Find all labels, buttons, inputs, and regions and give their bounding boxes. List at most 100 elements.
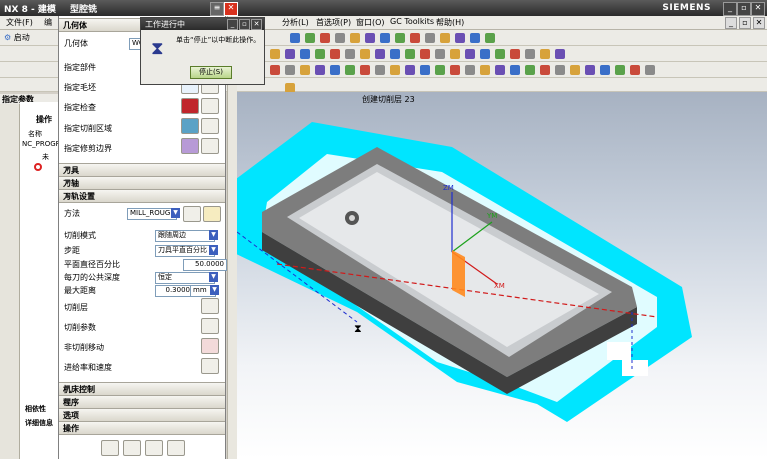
toolbar-tool-icon[interactable]	[510, 49, 520, 59]
toolbar-tool-icon[interactable]	[315, 49, 325, 59]
toolbar-tool-icon[interactable]	[455, 33, 465, 43]
method-display-button[interactable]	[203, 206, 221, 222]
toolbar-tool-icon[interactable]	[375, 65, 385, 75]
menu-window[interactable]: 窗口(O)	[356, 17, 385, 28]
toolbar-tool-icon[interactable]	[480, 65, 490, 75]
minimize-icon[interactable]: _	[723, 2, 737, 16]
toolbar-tool-icon[interactable]	[300, 49, 310, 59]
flat-pct-input[interactable]: 50.0000	[183, 259, 227, 271]
toolbar-tool-icon[interactable]	[405, 65, 415, 75]
menu-file[interactable]: 文件(F)	[6, 17, 33, 28]
non-cut-moves-button[interactable]	[201, 338, 219, 354]
section-axis[interactable]: 刀轴 ▼	[59, 176, 225, 190]
list-button[interactable]	[167, 440, 185, 456]
dialog-menu-icon[interactable]: ≡	[210, 2, 224, 16]
doc-close-icon[interactable]: ✕	[753, 17, 765, 29]
toolbar-tool-icon[interactable]	[270, 65, 280, 75]
toolbar-tool-icon[interactable]	[330, 65, 340, 75]
toolbar-tool-icon[interactable]	[270, 49, 280, 59]
toolbar-tool-icon[interactable]	[630, 65, 640, 75]
method-select[interactable]: MILL_ROUGH	[127, 208, 177, 220]
stop-button[interactable]: 停止(S)	[190, 66, 232, 79]
depth-per-cut-select[interactable]: 恒定	[155, 272, 215, 284]
cut-levels-button[interactable]	[201, 298, 219, 314]
toolbar-tool-icon[interactable]	[345, 49, 355, 59]
toolbar-tool-icon[interactable]	[555, 49, 565, 59]
nav-unused[interactable]: 未	[42, 152, 49, 162]
toolbar-tool-icon[interactable]	[315, 65, 325, 75]
toolbar-tool-icon[interactable]	[380, 33, 390, 43]
toolbar-tool-icon[interactable]	[435, 49, 445, 59]
method-dropdown-icon[interactable]: ▼	[171, 208, 180, 218]
toolbar-tool-icon[interactable]	[345, 65, 355, 75]
popup-maximize-icon[interactable]: ▫	[239, 19, 250, 30]
cut-mode-dropdown-icon[interactable]: ▼	[209, 230, 218, 240]
menu-edit[interactable]: 编	[44, 17, 52, 28]
toolbar-tool-icon[interactable]	[555, 65, 565, 75]
section-actions[interactable]: 操作 ▲	[59, 421, 225, 435]
stepover-select[interactable]: 刀具平直百分比	[155, 245, 215, 257]
toolbar-tool-icon[interactable]	[615, 65, 625, 75]
toolbar-tool-icon[interactable]	[525, 49, 535, 59]
feeds-speeds-button[interactable]	[201, 358, 219, 374]
max-dist-unit-dropdown-icon[interactable]: ▼	[210, 285, 219, 295]
toolbar-tool-icon[interactable]	[330, 49, 340, 59]
display-trim-button[interactable]	[201, 138, 219, 154]
toolbar-tool-icon[interactable]	[390, 65, 400, 75]
nav-related[interactable]: 相依性	[25, 404, 46, 414]
toolbar-tool-icon[interactable]	[495, 65, 505, 75]
toolbar-tool-icon[interactable]	[320, 33, 330, 43]
close-icon[interactable]: ✕	[751, 2, 765, 16]
menu-analysis[interactable]: 分析(L)	[282, 17, 309, 28]
popup-close-icon[interactable]: ✕	[251, 19, 262, 30]
toolbar-tool-icon[interactable]	[305, 33, 315, 43]
toolbar-tool-icon[interactable]	[335, 33, 345, 43]
stepover-dropdown-icon[interactable]: ▼	[209, 245, 218, 255]
toolbar-tool-icon[interactable]	[420, 49, 430, 59]
toolbar-tool-icon[interactable]	[410, 33, 420, 43]
display-check-button[interactable]	[201, 98, 219, 114]
cut-params-button[interactable]	[201, 318, 219, 334]
toolbar-tool-icon[interactable]	[435, 65, 445, 75]
graphics-viewport[interactable]: 创建切削层 23 ⧗ ZM YM XM	[237, 92, 767, 459]
toolbar-tool-icon[interactable]	[485, 33, 495, 43]
section-program[interactable]: 程序 ▼	[59, 395, 225, 409]
toolbar-tool-icon[interactable]	[375, 49, 385, 59]
menu-gc-toolkits[interactable]: GC Toolkits	[390, 17, 434, 26]
verify-button[interactable]	[145, 440, 163, 456]
toolbar-tool-icon[interactable]	[405, 49, 415, 59]
toolbar-tool-icon[interactable]	[465, 65, 475, 75]
toolbar-tool-icon[interactable]	[395, 33, 405, 43]
toolbar-tool-icon[interactable]	[540, 49, 550, 59]
section-tool[interactable]: 刀具 ▼	[59, 163, 225, 177]
toolbar-tool-icon[interactable]	[450, 65, 460, 75]
toolbar-tool-icon[interactable]	[525, 65, 535, 75]
section-machine-control[interactable]: 机床控制 ▼	[59, 382, 225, 396]
toolbar-tool-icon[interactable]	[365, 33, 375, 43]
specify-cut-area-button[interactable]	[181, 118, 199, 134]
menu-help[interactable]: 帮助(H)	[436, 17, 464, 28]
toolbar-tool-icon[interactable]	[645, 65, 655, 75]
toolbar-tool-icon[interactable]	[470, 33, 480, 43]
depth-per-cut-dropdown-icon[interactable]: ▼	[209, 272, 218, 282]
display-cut-area-button[interactable]	[201, 118, 219, 134]
max-dist-input[interactable]: 0.3000	[155, 285, 193, 297]
toolbar-tool-icon[interactable]	[495, 49, 505, 59]
restore-icon[interactable]: ▫	[737, 2, 751, 16]
toolbar-tool-icon[interactable]	[360, 65, 370, 75]
toolbar-tool-icon[interactable]	[390, 49, 400, 59]
toolbar-tool-icon[interactable]	[425, 33, 435, 43]
toolbar-tool-icon[interactable]	[450, 49, 460, 59]
section-path-settings[interactable]: 刀轨设置 ▲	[59, 189, 225, 203]
menu-preferences[interactable]: 首选项(P)	[316, 17, 351, 28]
toolbar-tool-icon[interactable]	[350, 33, 360, 43]
specify-trim-button[interactable]	[181, 138, 199, 154]
toolbar-tool-icon[interactable]	[300, 65, 310, 75]
method-edit-button[interactable]	[183, 206, 201, 222]
specify-check-button[interactable]	[181, 98, 199, 114]
toolbar-tool-icon[interactable]	[570, 65, 580, 75]
section-options[interactable]: 选项 ▼	[59, 408, 225, 422]
toolbar-tool-icon[interactable]	[285, 65, 295, 75]
toolbar-tool-icon[interactable]	[440, 33, 450, 43]
toolbar-tool-icon[interactable]	[585, 65, 595, 75]
